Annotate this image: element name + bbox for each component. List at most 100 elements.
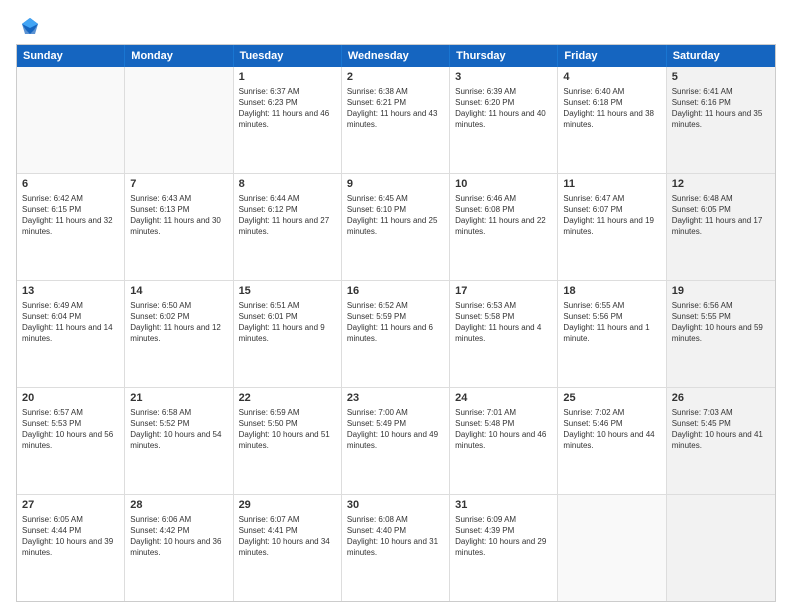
day-number: 13: [22, 284, 119, 299]
day-header-tuesday: Tuesday: [234, 45, 342, 67]
cell-info: Sunrise: 6:09 AM Sunset: 4:39 PM Dayligh…: [455, 514, 552, 559]
week-row-5: 27Sunrise: 6:05 AM Sunset: 4:44 PM Dayli…: [17, 494, 775, 601]
cell-info: Sunrise: 6:38 AM Sunset: 6:21 PM Dayligh…: [347, 86, 444, 131]
day-header-sunday: Sunday: [17, 45, 125, 67]
day-number: 11: [563, 177, 660, 192]
cell-info: Sunrise: 7:00 AM Sunset: 5:49 PM Dayligh…: [347, 407, 444, 452]
day-cell-16: 16Sunrise: 6:52 AM Sunset: 5:59 PM Dayli…: [342, 281, 450, 387]
day-cell-30: 30Sunrise: 6:08 AM Sunset: 4:40 PM Dayli…: [342, 495, 450, 601]
empty-cell: [558, 495, 666, 601]
day-number: 14: [130, 284, 227, 299]
day-number: 28: [130, 498, 227, 513]
calendar-header: SundayMondayTuesdayWednesdayThursdayFrid…: [17, 45, 775, 67]
cell-info: Sunrise: 6:06 AM Sunset: 4:42 PM Dayligh…: [130, 514, 227, 559]
cell-info: Sunrise: 6:56 AM Sunset: 5:55 PM Dayligh…: [672, 300, 770, 345]
page: SundayMondayTuesdayWednesdayThursdayFrid…: [0, 0, 792, 612]
day-cell-9: 9Sunrise: 6:45 AM Sunset: 6:10 PM Daylig…: [342, 174, 450, 280]
day-number: 29: [239, 498, 336, 513]
cell-info: Sunrise: 6:46 AM Sunset: 6:08 PM Dayligh…: [455, 193, 552, 238]
day-cell-26: 26Sunrise: 7:03 AM Sunset: 5:45 PM Dayli…: [667, 388, 775, 494]
day-number: 15: [239, 284, 336, 299]
cell-info: Sunrise: 6:37 AM Sunset: 6:23 PM Dayligh…: [239, 86, 336, 131]
day-cell-5: 5Sunrise: 6:41 AM Sunset: 6:16 PM Daylig…: [667, 67, 775, 173]
week-row-4: 20Sunrise: 6:57 AM Sunset: 5:53 PM Dayli…: [17, 387, 775, 494]
day-cell-6: 6Sunrise: 6:42 AM Sunset: 6:15 PM Daylig…: [17, 174, 125, 280]
logo: [16, 16, 42, 36]
day-cell-10: 10Sunrise: 6:46 AM Sunset: 6:08 PM Dayli…: [450, 174, 558, 280]
day-cell-17: 17Sunrise: 6:53 AM Sunset: 5:58 PM Dayli…: [450, 281, 558, 387]
day-cell-11: 11Sunrise: 6:47 AM Sunset: 6:07 PM Dayli…: [558, 174, 666, 280]
day-number: 24: [455, 391, 552, 406]
cell-info: Sunrise: 7:01 AM Sunset: 5:48 PM Dayligh…: [455, 407, 552, 452]
day-cell-2: 2Sunrise: 6:38 AM Sunset: 6:21 PM Daylig…: [342, 67, 450, 173]
day-number: 25: [563, 391, 660, 406]
cell-info: Sunrise: 6:57 AM Sunset: 5:53 PM Dayligh…: [22, 407, 119, 452]
day-number: 26: [672, 391, 770, 406]
week-row-2: 6Sunrise: 6:42 AM Sunset: 6:15 PM Daylig…: [17, 173, 775, 280]
day-cell-29: 29Sunrise: 6:07 AM Sunset: 4:41 PM Dayli…: [234, 495, 342, 601]
cell-info: Sunrise: 6:41 AM Sunset: 6:16 PM Dayligh…: [672, 86, 770, 131]
day-cell-25: 25Sunrise: 7:02 AM Sunset: 5:46 PM Dayli…: [558, 388, 666, 494]
day-number: 4: [563, 70, 660, 85]
day-number: 10: [455, 177, 552, 192]
day-cell-23: 23Sunrise: 7:00 AM Sunset: 5:49 PM Dayli…: [342, 388, 450, 494]
cell-info: Sunrise: 6:43 AM Sunset: 6:13 PM Dayligh…: [130, 193, 227, 238]
day-number: 30: [347, 498, 444, 513]
cell-info: Sunrise: 6:08 AM Sunset: 4:40 PM Dayligh…: [347, 514, 444, 559]
day-number: 7: [130, 177, 227, 192]
cell-info: Sunrise: 6:52 AM Sunset: 5:59 PM Dayligh…: [347, 300, 444, 345]
day-number: 5: [672, 70, 770, 85]
cell-info: Sunrise: 6:59 AM Sunset: 5:50 PM Dayligh…: [239, 407, 336, 452]
day-header-thursday: Thursday: [450, 45, 558, 67]
day-number: 17: [455, 284, 552, 299]
day-number: 20: [22, 391, 119, 406]
day-cell-7: 7Sunrise: 6:43 AM Sunset: 6:13 PM Daylig…: [125, 174, 233, 280]
cell-info: Sunrise: 7:03 AM Sunset: 5:45 PM Dayligh…: [672, 407, 770, 452]
cell-info: Sunrise: 6:48 AM Sunset: 6:05 PM Dayligh…: [672, 193, 770, 238]
cell-info: Sunrise: 7:02 AM Sunset: 5:46 PM Dayligh…: [563, 407, 660, 452]
day-cell-18: 18Sunrise: 6:55 AM Sunset: 5:56 PM Dayli…: [558, 281, 666, 387]
empty-cell: [667, 495, 775, 601]
cell-info: Sunrise: 6:40 AM Sunset: 6:18 PM Dayligh…: [563, 86, 660, 131]
day-number: 27: [22, 498, 119, 513]
day-number: 23: [347, 391, 444, 406]
cell-info: Sunrise: 6:47 AM Sunset: 6:07 PM Dayligh…: [563, 193, 660, 238]
day-cell-4: 4Sunrise: 6:40 AM Sunset: 6:18 PM Daylig…: [558, 67, 666, 173]
day-cell-13: 13Sunrise: 6:49 AM Sunset: 6:04 PM Dayli…: [17, 281, 125, 387]
day-number: 3: [455, 70, 552, 85]
day-cell-24: 24Sunrise: 7:01 AM Sunset: 5:48 PM Dayli…: [450, 388, 558, 494]
day-cell-31: 31Sunrise: 6:09 AM Sunset: 4:39 PM Dayli…: [450, 495, 558, 601]
day-number: 22: [239, 391, 336, 406]
day-cell-12: 12Sunrise: 6:48 AM Sunset: 6:05 PM Dayli…: [667, 174, 775, 280]
cell-info: Sunrise: 6:51 AM Sunset: 6:01 PM Dayligh…: [239, 300, 336, 345]
day-cell-28: 28Sunrise: 6:06 AM Sunset: 4:42 PM Dayli…: [125, 495, 233, 601]
day-number: 12: [672, 177, 770, 192]
cell-info: Sunrise: 6:55 AM Sunset: 5:56 PM Dayligh…: [563, 300, 660, 345]
cell-info: Sunrise: 6:07 AM Sunset: 4:41 PM Dayligh…: [239, 514, 336, 559]
day-header-wednesday: Wednesday: [342, 45, 450, 67]
empty-cell: [17, 67, 125, 173]
cell-info: Sunrise: 6:53 AM Sunset: 5:58 PM Dayligh…: [455, 300, 552, 345]
day-number: 8: [239, 177, 336, 192]
cell-info: Sunrise: 6:45 AM Sunset: 6:10 PM Dayligh…: [347, 193, 444, 238]
day-cell-22: 22Sunrise: 6:59 AM Sunset: 5:50 PM Dayli…: [234, 388, 342, 494]
day-number: 16: [347, 284, 444, 299]
day-cell-8: 8Sunrise: 6:44 AM Sunset: 6:12 PM Daylig…: [234, 174, 342, 280]
day-number: 31: [455, 498, 552, 513]
day-header-monday: Monday: [125, 45, 233, 67]
day-cell-19: 19Sunrise: 6:56 AM Sunset: 5:55 PM Dayli…: [667, 281, 775, 387]
empty-cell: [125, 67, 233, 173]
day-cell-21: 21Sunrise: 6:58 AM Sunset: 5:52 PM Dayli…: [125, 388, 233, 494]
cell-info: Sunrise: 6:42 AM Sunset: 6:15 PM Dayligh…: [22, 193, 119, 238]
calendar: SundayMondayTuesdayWednesdayThursdayFrid…: [16, 44, 776, 602]
day-header-saturday: Saturday: [667, 45, 775, 67]
day-number: 6: [22, 177, 119, 192]
week-row-1: 1Sunrise: 6:37 AM Sunset: 6:23 PM Daylig…: [17, 67, 775, 173]
day-cell-15: 15Sunrise: 6:51 AM Sunset: 6:01 PM Dayli…: [234, 281, 342, 387]
cell-info: Sunrise: 6:49 AM Sunset: 6:04 PM Dayligh…: [22, 300, 119, 345]
day-number: 1: [239, 70, 336, 85]
day-cell-27: 27Sunrise: 6:05 AM Sunset: 4:44 PM Dayli…: [17, 495, 125, 601]
day-number: 18: [563, 284, 660, 299]
day-header-friday: Friday: [558, 45, 666, 67]
day-number: 2: [347, 70, 444, 85]
